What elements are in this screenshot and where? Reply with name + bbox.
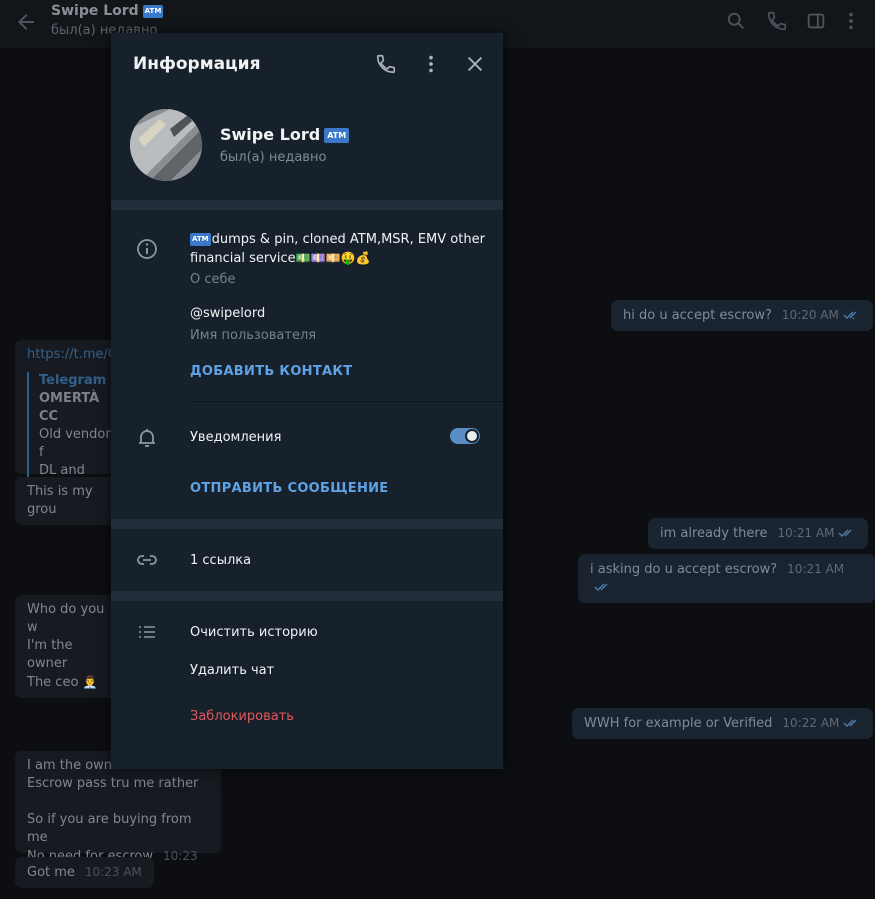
phone-icon[interactable] (766, 10, 788, 32)
section-divider (111, 200, 503, 210)
message-outgoing[interactable]: WWH for example or Verified 10:22 AM (572, 708, 874, 739)
message-outgoing[interactable]: hi do u accept escrow? 10:20 AM (611, 300, 873, 331)
double-check-icon (838, 529, 852, 538)
message-incoming[interactable]: Got me 10:23 AM (15, 857, 154, 888)
double-check-icon (843, 311, 857, 320)
more-vertical-icon[interactable] (420, 53, 442, 75)
delete-chat-button[interactable]: Удалить чат (190, 663, 274, 678)
info-panel: Информация Swipe Lord ATM был(а) недавно … (111, 33, 503, 769)
double-check-icon (843, 719, 857, 728)
message-link[interactable]: https://t.me/C (27, 346, 117, 364)
chat-title[interactable]: Swipe Lord ATM (51, 3, 164, 19)
info-icon (137, 239, 157, 259)
message-outgoing[interactable]: im already there 10:21 AM (648, 518, 869, 549)
search-icon[interactable] (725, 10, 747, 32)
message-incoming-link[interactable]: https://t.me/C Telegram OMERTÀ CC Old ve… (15, 340, 125, 498)
shared-links-row[interactable]: 1 ссылка (190, 553, 251, 568)
double-check-icon (594, 583, 608, 592)
close-icon[interactable] (464, 53, 486, 75)
atm-emoji-badge: ATM (190, 233, 211, 246)
username-label: Имя пользователя (190, 328, 317, 343)
panel-title: Информация (133, 54, 261, 74)
message-outgoing[interactable]: i asking do u accept escrow? 10:21 AM (578, 554, 875, 603)
section-divider (111, 591, 503, 601)
atm-emoji-badge: ATM (142, 5, 164, 18)
profile-status: был(а) недавно (220, 150, 327, 165)
username-value[interactable]: @swipelord (190, 306, 265, 321)
back-arrow-icon[interactable] (14, 10, 38, 34)
avatar[interactable] (130, 109, 202, 181)
phone-icon[interactable] (375, 53, 397, 75)
send-message-button[interactable]: ОТПРАВИТЬ СООБЩЕНИЕ (190, 481, 389, 496)
block-user-button[interactable]: Заблокировать (190, 709, 294, 724)
clear-history-button[interactable]: Очистить историю (190, 625, 318, 640)
notifications-toggle[interactable] (450, 428, 480, 444)
bell-icon (139, 429, 155, 447)
link-icon (137, 555, 157, 565)
money-emojis: 💵💷💴🤑💰 (295, 251, 371, 265)
more-vertical-icon[interactable] (840, 10, 862, 32)
notifications-label: Уведомления (190, 430, 282, 445)
bio-text: ATM dumps & pin, cloned ATM,MSR, EMV othe… (190, 232, 485, 266)
section-divider (111, 519, 503, 529)
row-divider (190, 401, 503, 402)
message-incoming[interactable]: This is my grou (15, 477, 125, 525)
businessman-emoji: 👨‍💼 (82, 675, 98, 689)
add-contact-button[interactable]: ДОБАВИТЬ КОНТАКТ (190, 364, 352, 379)
bio-label: О себе (190, 272, 236, 287)
list-icon (139, 626, 155, 638)
sidebar-toggle-icon[interactable] (805, 10, 827, 32)
atm-emoji-badge: ATM (324, 128, 350, 143)
profile-name: Swipe Lord ATM (220, 125, 350, 144)
message-incoming[interactable]: The ceo 👨‍💼 (15, 667, 125, 698)
